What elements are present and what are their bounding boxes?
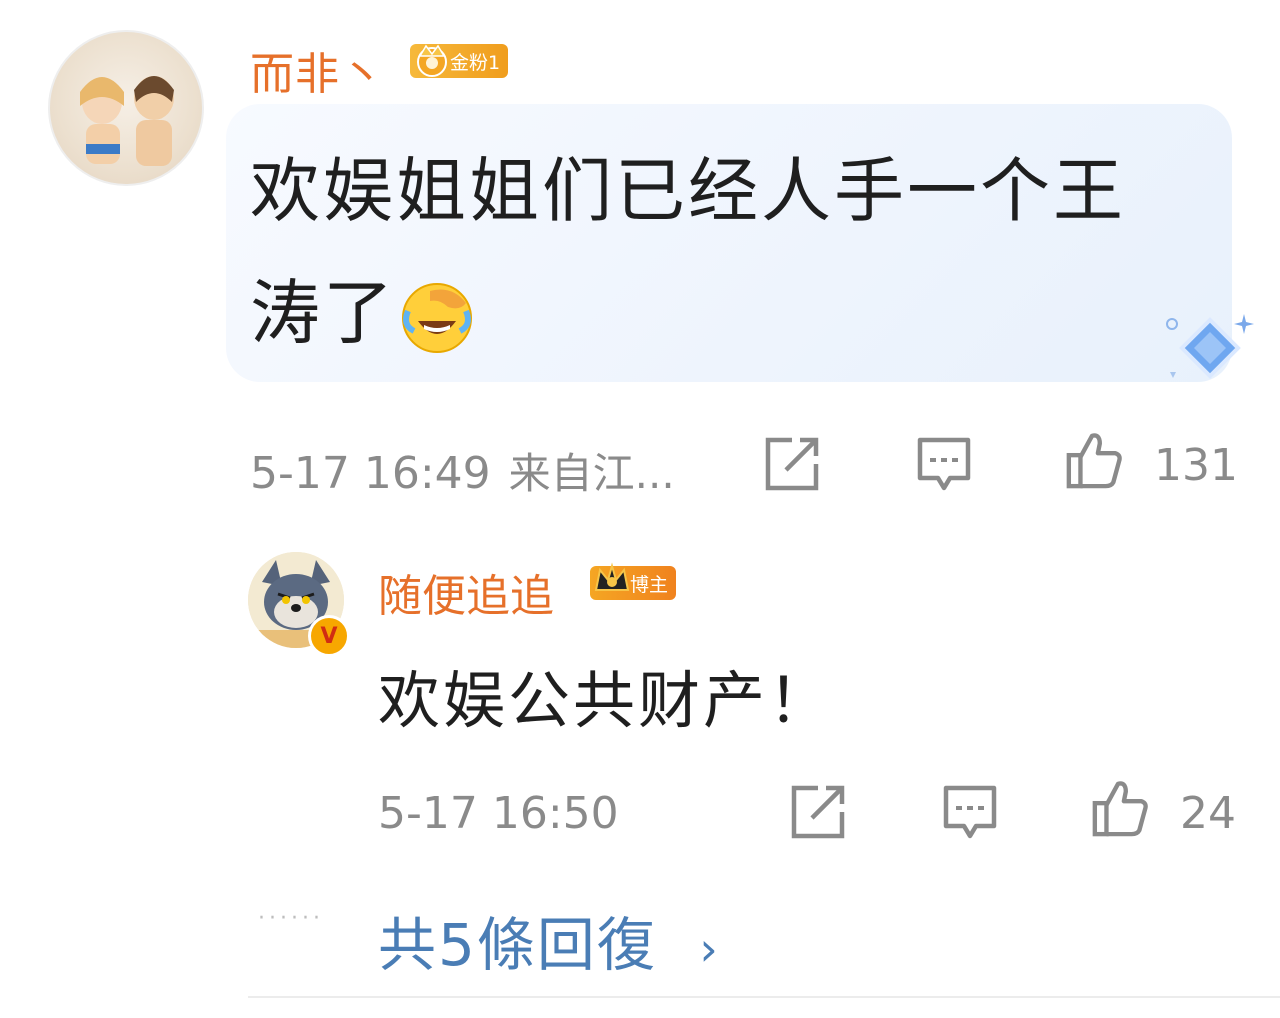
comment-location: 来自江... — [508, 449, 675, 498]
like-icon[interactable] — [1064, 430, 1124, 490]
reply-text: 欢娱公共财产！ — [378, 664, 834, 737]
comment-username[interactable]: 而非丶 — [250, 38, 385, 102]
comment-meta: 5-17 16:49 来自江... — [250, 440, 675, 501]
blogger-badge[interactable]: 博主 — [590, 562, 677, 600]
comment-text: 欢娱姐姐们已经人手一个王 涛了 — [250, 130, 1210, 374]
verified-badge: V — [308, 615, 350, 657]
blogger-badge-label: 博主 — [630, 573, 669, 596]
comment-text-line2: 涛了 — [250, 272, 396, 354]
comment-icon[interactable] — [914, 434, 974, 494]
reply-like-count: 24 — [1180, 788, 1236, 839]
comment-icon[interactable] — [940, 782, 1000, 842]
more-replies-link[interactable]: 共5條回復 › — [378, 898, 720, 982]
laughing-crying-emoji-icon — [402, 282, 472, 353]
reply-time: 5-17 16:50 — [378, 788, 619, 839]
crown-icon — [594, 562, 630, 591]
like-count: 131 — [1154, 440, 1238, 491]
share-icon[interactable] — [788, 782, 848, 842]
share-icon[interactable] — [762, 434, 822, 494]
crown-icon — [417, 44, 447, 77]
fan-badge[interactable]: 金粉1 — [410, 44, 509, 78]
avatar[interactable] — [48, 30, 204, 186]
dotted-separator: ······ — [258, 906, 324, 931]
chevron-right-icon: › — [699, 921, 720, 976]
like-icon[interactable] — [1090, 778, 1150, 838]
divider — [248, 996, 1280, 998]
more-replies-label: 共5條回復 — [378, 911, 657, 979]
fan-badge-label: 金粉1 — [450, 51, 501, 74]
comment-time: 5-17 16:49 — [250, 448, 491, 499]
reply-username[interactable]: 随便追追 — [378, 560, 554, 624]
comment-text-line1: 欢娱姐姐们已经人手一个王 — [250, 150, 1126, 232]
